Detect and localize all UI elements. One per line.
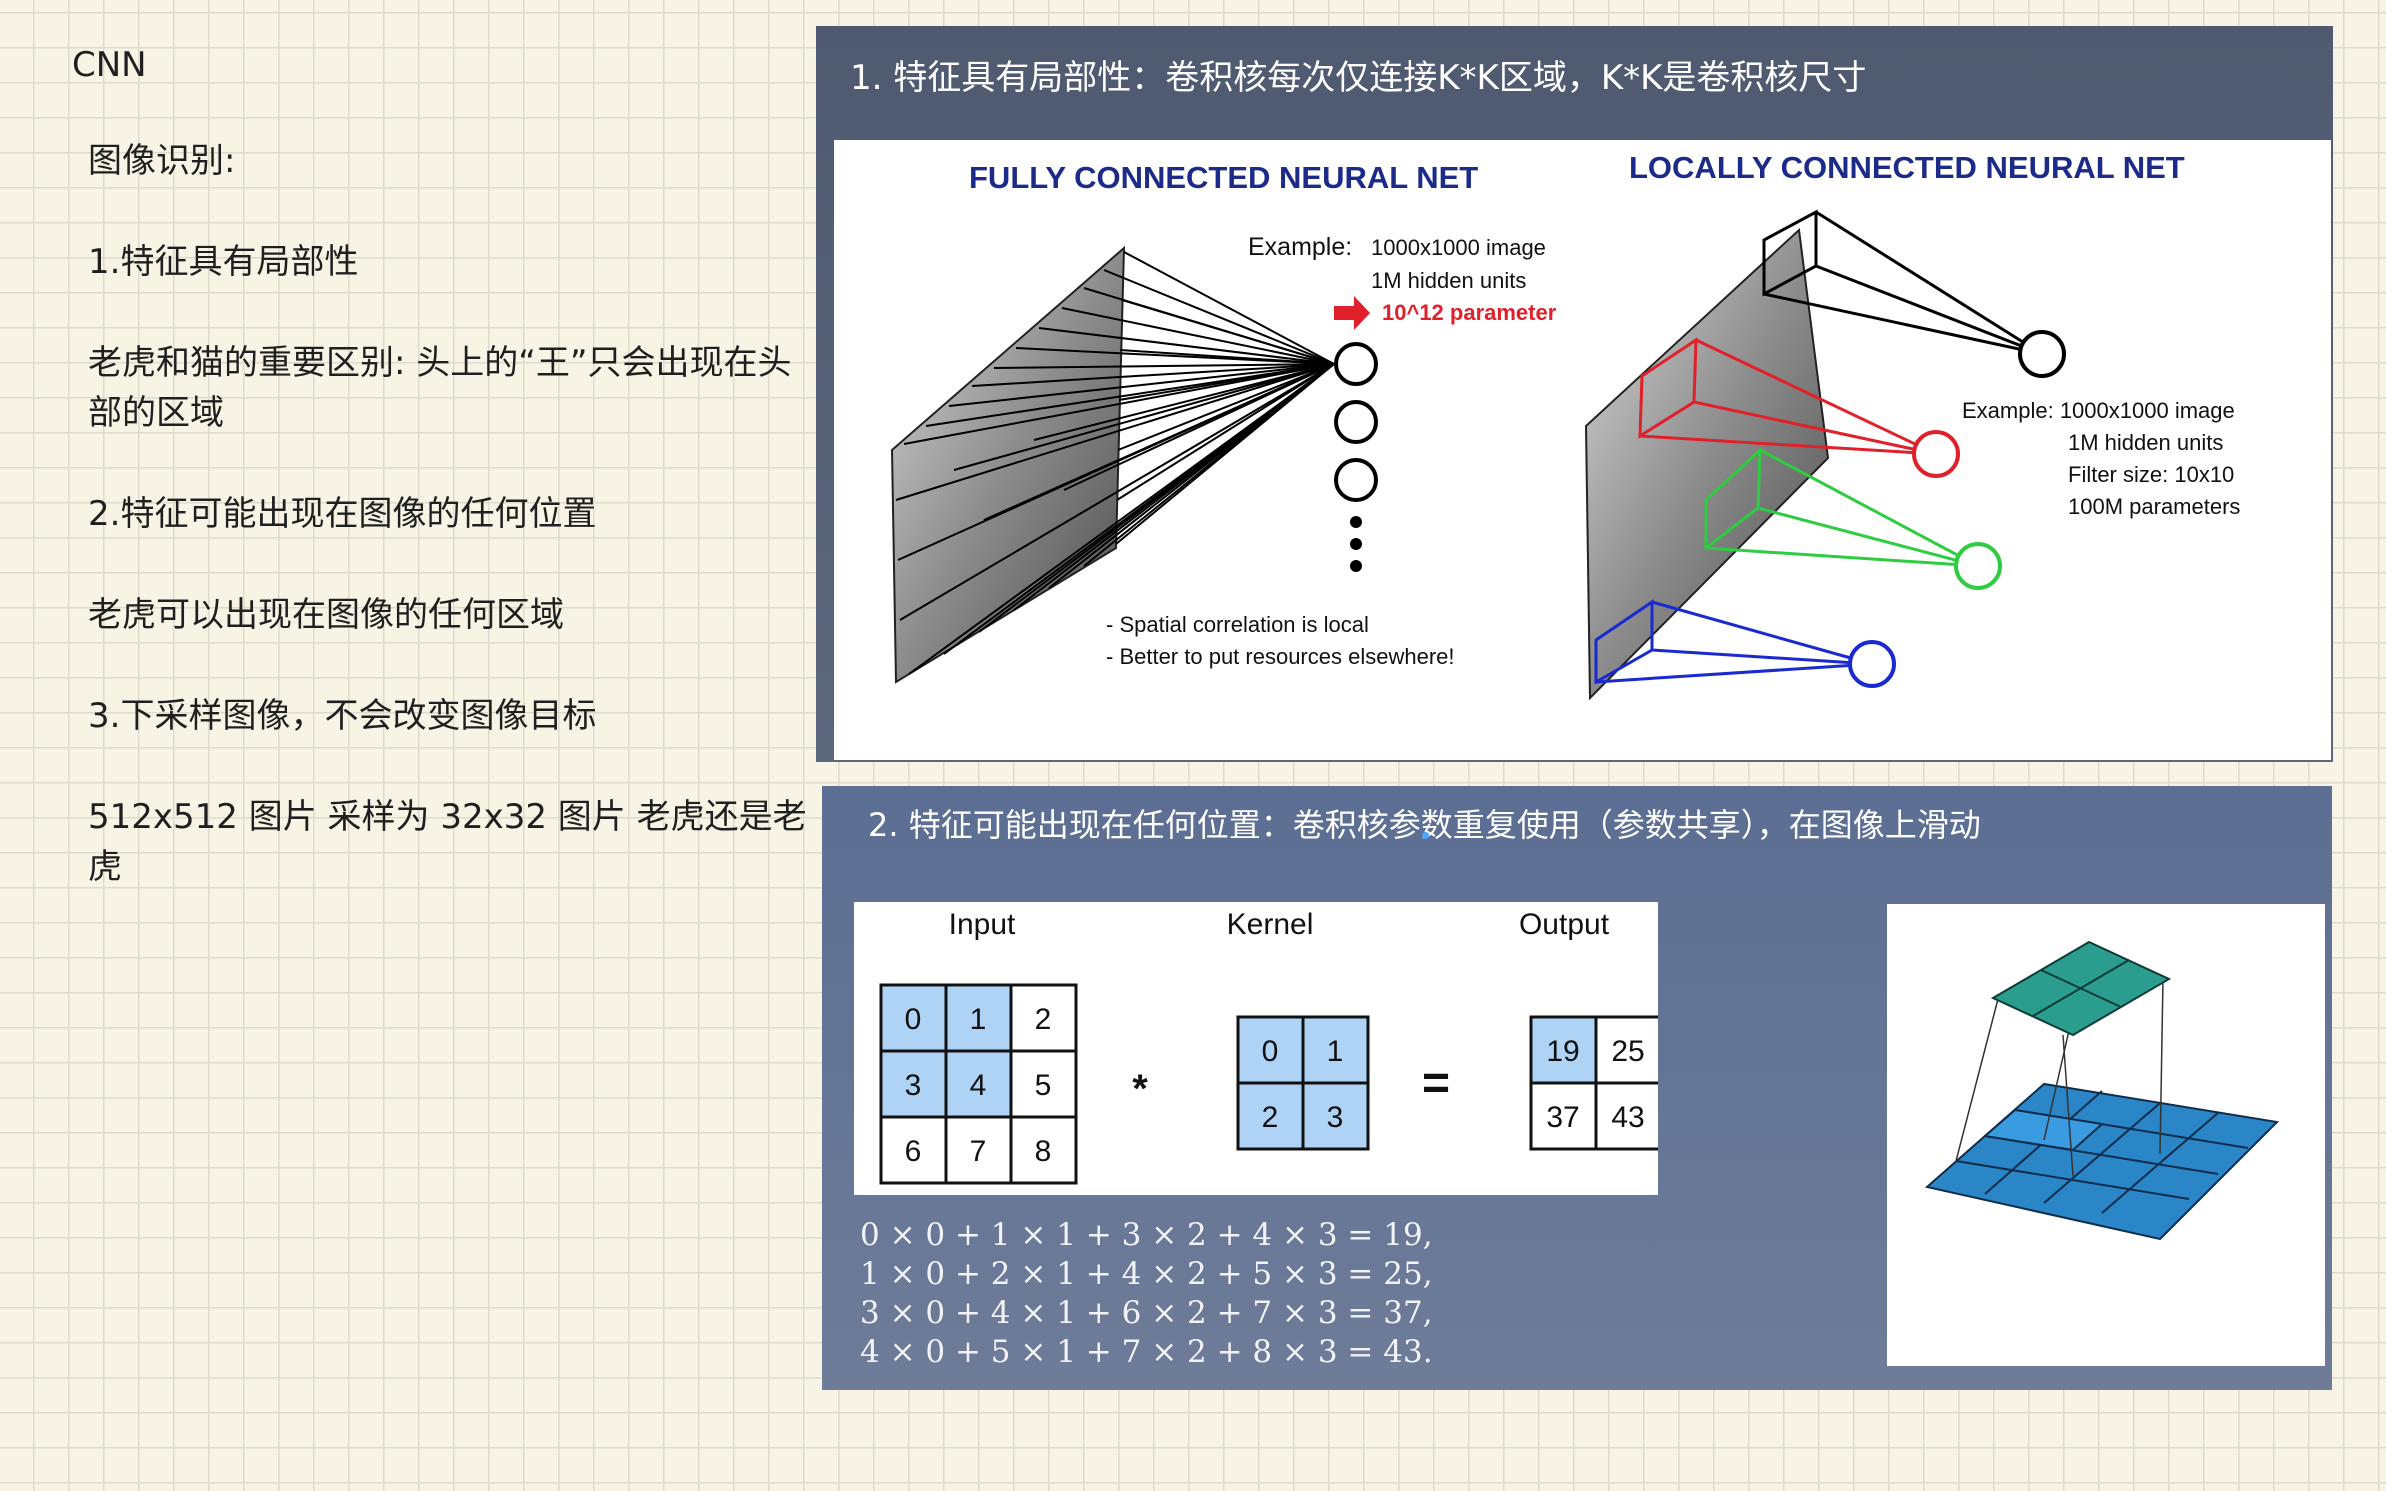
note-line: 图像识别: (88, 141, 236, 181)
cursor-dot (1422, 832, 1429, 839)
kernel-cell: 2 (1262, 1101, 1279, 1134)
input-cell: 7 (970, 1135, 987, 1168)
spatial-note: - Spatial correlation is local (1106, 612, 1369, 637)
output-cell: 25 (1611, 1035, 1644, 1068)
input-label: Input (949, 908, 1016, 941)
equation-line: 1 × 0 + 2 × 1 + 4 × 2 + 5 × 3 = 25, (860, 1256, 1433, 1292)
hidden-unit-circle (1334, 400, 1378, 444)
input-cell: 2 (1035, 1003, 1052, 1036)
local-example-params: 100M parameters (2068, 494, 2240, 519)
slide-locality: 1. 特征具有局部性：卷积核每次仅连接K*K区域，K*K是卷积核尺寸 FULLY… (816, 26, 2333, 762)
local-example-filter: Filter size: 10x10 (2068, 462, 2234, 487)
input-cell: 8 (1035, 1135, 1052, 1168)
kernel-label: Kernel (1227, 908, 1314, 941)
hidden-unit-circle (1334, 342, 1378, 386)
output-cell: 19 (1546, 1035, 1579, 1068)
hidden-unit-circle (1334, 458, 1378, 502)
input-feature-plane (1924, 1082, 2280, 1241)
fully-example-label: Example: (1248, 233, 1352, 261)
convolution-svg: Input Kernel Output 0 1 2 3 4 5 6 7 8 * … (879, 908, 1658, 1185)
kernel-cell: 3 (1327, 1101, 1344, 1134)
slide-title: 1. 特征具有局部性：卷积核每次仅连接K*K区域，K*K是卷积核尺寸 (850, 58, 1867, 98)
note-line: 老虎可以出现在图像的任何区域 (88, 595, 564, 635)
output-grid: 19 25 37 43 (1529, 1015, 1658, 1151)
note-line: 512x512 图片 采样为 32x32 图片 老虎还是老虎 (88, 797, 807, 887)
note-line: 3.下采样图像，不会改变图像目标 (88, 696, 597, 736)
sliding-kernel-svg (1924, 940, 2280, 1241)
kernel-cell: 1 (1327, 1035, 1344, 1068)
equation-line: 4 × 0 + 5 × 1 + 7 × 2 + 8 × 3 = 43. (860, 1334, 1433, 1370)
fc-vs-local-svg: FULLY CONNECTED NEURAL NET LOCALLY CONNE… (890, 150, 2240, 701)
fully-example-hidden: 1M hidden units (1371, 268, 1526, 293)
output-cell: 43 (1611, 1101, 1644, 1134)
notes-title: CNN (72, 45, 147, 85)
output-cell: 37 (1546, 1101, 1579, 1134)
note-line: 老虎和猫的重要区别: 头上的“王”只会出现在头部的区域 (88, 343, 792, 433)
equals-operator: = (1422, 1057, 1450, 1110)
output-feature-plane (1990, 940, 2172, 1037)
input-cell: 4 (970, 1069, 987, 1102)
input-cell: 1 (970, 1003, 987, 1036)
local-example-hidden: 1M hidden units (2068, 430, 2223, 455)
notes-panel: CNN 图像识别: 1.特征具有局部性 老虎和猫的重要区别: 头上的“王”只会出… (0, 0, 807, 1491)
equation-line: 0 × 0 + 1 × 1 + 3 × 2 + 4 × 3 = 19, (860, 1217, 1433, 1253)
locally-connected-title: LOCALLY CONNECTED NEURAL NET (1629, 150, 2185, 185)
kernel-grid: 0 1 2 3 (1236, 1015, 1370, 1151)
input-cell: 6 (905, 1135, 922, 1168)
hidden-units (1334, 342, 1378, 502)
input-cell: 5 (1035, 1069, 1052, 1102)
note-line: 2.特征可能出现在图像的任何位置 (88, 494, 597, 534)
sliding-kernel-illustration (1887, 904, 2325, 1366)
fully-connected-title: FULLY CONNECTED NEURAL NET (969, 160, 1478, 195)
input-grid: 0 1 2 3 4 5 6 7 8 (879, 983, 1078, 1185)
red-arrow-icon (1334, 296, 1370, 330)
local-example-label: Example: 1000x1000 image (1962, 398, 2235, 423)
slide-title: 2. 特征可能出现在任何位置：卷积核参数重复使用（参数共享），在图像上滑动 (868, 806, 1981, 844)
equations: 0 × 0 + 1 × 1 + 3 × 2 + 4 × 3 = 19, 1 × … (860, 1216, 1433, 1372)
equation-line: 3 × 0 + 4 × 1 + 6 × 2 + 7 × 3 = 37, (860, 1295, 1433, 1331)
fully-example-params: 10^12 parameter (1382, 300, 1557, 325)
resources-note: - Better to put resources elsewhere! (1106, 644, 1455, 669)
ellipsis-dots (1350, 516, 1362, 572)
fc-vs-local-figure: FULLY CONNECTED NEURAL NET LOCALLY CONNE… (834, 140, 2331, 760)
kernel-cell: 0 (1262, 1035, 1279, 1068)
input-cell: 0 (905, 1003, 922, 1036)
slide-weight-sharing: 2. 特征可能出现在任何位置：卷积核参数重复使用（参数共享），在图像上滑动 In… (822, 786, 2332, 1390)
output-label: Output (1519, 908, 1610, 941)
note-line: 1.特征具有局部性 (88, 242, 359, 282)
convolution-example: Input Kernel Output 0 1 2 3 4 5 6 7 8 * … (854, 902, 1658, 1195)
convolution-operator: * (1132, 1067, 1148, 1111)
input-cell: 3 (905, 1069, 922, 1102)
fully-example-image: 1000x1000 image (1371, 235, 1546, 260)
